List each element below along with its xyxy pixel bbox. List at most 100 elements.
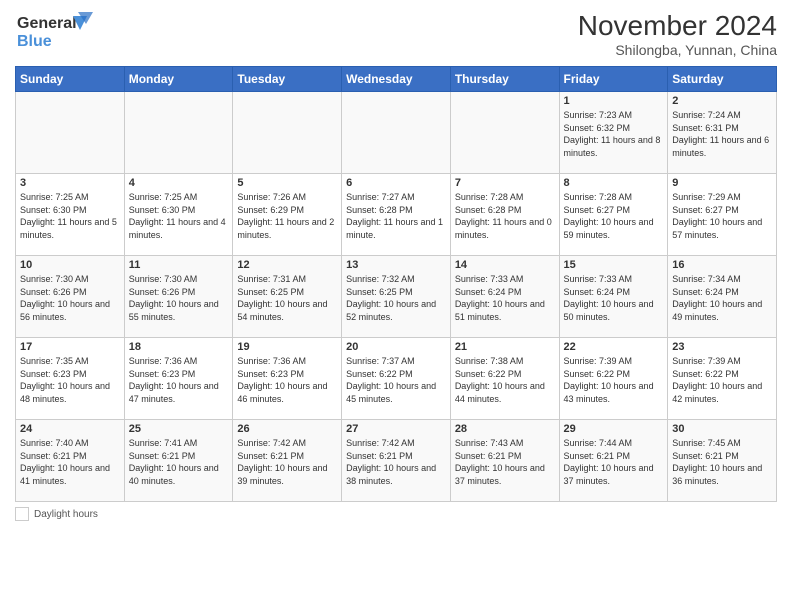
col-saturday: Saturday xyxy=(668,67,777,92)
col-friday: Friday xyxy=(559,67,668,92)
title-block: November 2024 Shilongba, Yunnan, China xyxy=(578,10,777,58)
calendar-cell: 12Sunrise: 7:31 AM Sunset: 6:25 PM Dayli… xyxy=(233,256,342,338)
day-info: Sunrise: 7:36 AM Sunset: 6:23 PM Dayligh… xyxy=(129,355,229,405)
day-number: 2 xyxy=(672,95,772,107)
svg-text:General: General xyxy=(17,15,77,32)
calendar-cell xyxy=(124,92,233,174)
day-number: 7 xyxy=(455,177,555,189)
day-number: 16 xyxy=(672,259,772,271)
calendar-cell: 17 Sunrise: 7:35 AM Sunset: 6:23 PM Dayli… xyxy=(16,338,125,420)
calendar-cell: 11Sunrise: 7:30 AM Sunset: 6:26 PM Dayli… xyxy=(124,256,233,338)
day-number: 27 xyxy=(346,423,446,435)
calendar-cell: 8 Sunrise: 7:28 AM Sunset: 6:27 PM Daylig… xyxy=(559,174,668,256)
calendar-cell: 1Sunrise: 7:23 AM Sunset: 6:32 PM Daylig… xyxy=(559,92,668,174)
day-info: Sunrise: 7:35 AM Sunset: 6:23 PM Dayligh… xyxy=(20,355,120,405)
day-number: 23 xyxy=(672,341,772,353)
calendar-cell: 6Sunrise: 7:27 AM Sunset: 6:28 PM Daylig… xyxy=(342,174,451,256)
day-number: 15 xyxy=(564,259,664,271)
calendar-cell: 30 Sunrise: 7:45 AM Sunset: 6:21 PM Dayli… xyxy=(668,420,777,502)
day-number: 13 xyxy=(346,259,446,271)
day-number: 10 xyxy=(20,259,120,271)
col-wednesday: Wednesday xyxy=(342,67,451,92)
calendar-body: 1Sunrise: 7:23 AM Sunset: 6:32 PM Daylig… xyxy=(16,92,777,502)
legend: Daylight hours xyxy=(15,507,777,521)
day-number: 28 xyxy=(455,423,555,435)
day-info: Sunrise: 7:39 AM Sunset: 6:22 PM Dayligh… xyxy=(672,355,772,405)
calendar-cell: 2 Sunrise: 7:24 AM Sunset: 6:31 PM Daylig… xyxy=(668,92,777,174)
day-number: 14 xyxy=(455,259,555,271)
location-subtitle: Shilongba, Yunnan, China xyxy=(578,42,777,58)
day-info: Sunrise: 7:39 AM Sunset: 6:22 PM Dayligh… xyxy=(564,355,664,405)
calendar-cell: 18 Sunrise: 7:36 AM Sunset: 6:23 PM Dayli… xyxy=(124,338,233,420)
day-number: 17 xyxy=(20,341,120,353)
day-number: 8 xyxy=(564,177,664,189)
day-info: Sunrise: 7:32 AM Sunset: 6:25 PM Dayligh… xyxy=(346,273,446,323)
day-number: 3 xyxy=(20,177,120,189)
svg-text:Blue: Blue xyxy=(17,33,52,50)
day-info: Sunrise: 7:34 AM Sunset: 6:24 PM Dayligh… xyxy=(672,273,772,323)
calendar-cell: 19 Sunrise: 7:36 AM Sunset: 6:23 PM Dayli… xyxy=(233,338,342,420)
calendar-week-3: 10 Sunrise: 7:30 AM Sunset: 6:26 PM Dayli… xyxy=(16,256,777,338)
calendar-cell: 26 Sunrise: 7:42 AM Sunset: 6:21 PM Dayli… xyxy=(233,420,342,502)
calendar-cell: 20Sunrise: 7:37 AM Sunset: 6:22 PM Dayli… xyxy=(342,338,451,420)
legend-label: Daylight hours xyxy=(34,509,98,520)
day-info: Sunrise: 7:31 AM Sunset: 6:25 PM Dayligh… xyxy=(237,273,337,323)
day-info: Sunrise: 7:28 AM Sunset: 6:27 PM Dayligh… xyxy=(564,191,664,241)
day-info: Sunrise: 7:43 AM Sunset: 6:21 PM Dayligh… xyxy=(455,437,555,487)
calendar-week-4: 17 Sunrise: 7:35 AM Sunset: 6:23 PM Dayli… xyxy=(16,338,777,420)
day-info: Sunrise: 7:42 AM Sunset: 6:21 PM Dayligh… xyxy=(237,437,337,487)
month-title: November 2024 xyxy=(578,10,777,42)
calendar-cell: 15 Sunrise: 7:33 AM Sunset: 6:24 PM Dayli… xyxy=(559,256,668,338)
calendar-cell: 7 Sunrise: 7:28 AM Sunset: 6:28 PM Daylig… xyxy=(450,174,559,256)
day-info: Sunrise: 7:25 AM Sunset: 6:30 PM Dayligh… xyxy=(20,191,120,241)
day-info: Sunrise: 7:27 AM Sunset: 6:28 PM Dayligh… xyxy=(346,191,446,241)
day-info: Sunrise: 7:30 AM Sunset: 6:26 PM Dayligh… xyxy=(129,273,229,323)
day-info: Sunrise: 7:28 AM Sunset: 6:28 PM Dayligh… xyxy=(455,191,555,241)
day-info: Sunrise: 7:36 AM Sunset: 6:23 PM Dayligh… xyxy=(237,355,337,405)
day-info: Sunrise: 7:24 AM Sunset: 6:31 PM Dayligh… xyxy=(672,109,772,159)
day-number: 29 xyxy=(564,423,664,435)
calendar-week-5: 24 Sunrise: 7:40 AM Sunset: 6:21 PM Dayli… xyxy=(16,420,777,502)
day-info: Sunrise: 7:33 AM Sunset: 6:24 PM Dayligh… xyxy=(455,273,555,323)
day-info: Sunrise: 7:40 AM Sunset: 6:21 PM Dayligh… xyxy=(20,437,120,487)
day-info: Sunrise: 7:38 AM Sunset: 6:22 PM Dayligh… xyxy=(455,355,555,405)
calendar-cell: 25Sunrise: 7:41 AM Sunset: 6:21 PM Dayli… xyxy=(124,420,233,502)
calendar-cell xyxy=(342,92,451,174)
day-info: Sunrise: 7:29 AM Sunset: 6:27 PM Dayligh… xyxy=(672,191,772,241)
logo-icon: GeneralBlue xyxy=(15,10,95,50)
day-number: 19 xyxy=(237,341,337,353)
day-info: Sunrise: 7:41 AM Sunset: 6:21 PM Dayligh… xyxy=(129,437,229,487)
day-number: 4 xyxy=(129,177,229,189)
calendar-cell: 4 Sunrise: 7:25 AM Sunset: 6:30 PM Daylig… xyxy=(124,174,233,256)
calendar-cell: 22Sunrise: 7:39 AM Sunset: 6:22 PM Dayli… xyxy=(559,338,668,420)
calendar-table: Sunday Monday Tuesday Wednesday Thursday… xyxy=(15,66,777,502)
day-info: Sunrise: 7:44 AM Sunset: 6:21 PM Dayligh… xyxy=(564,437,664,487)
day-info: Sunrise: 7:26 AM Sunset: 6:29 PM Dayligh… xyxy=(237,191,337,241)
calendar-cell: 13 Sunrise: 7:32 AM Sunset: 6:25 PM Dayli… xyxy=(342,256,451,338)
col-sunday: Sunday xyxy=(16,67,125,92)
day-number: 26 xyxy=(237,423,337,435)
day-number: 18 xyxy=(129,341,229,353)
calendar-cell xyxy=(450,92,559,174)
header: GeneralBlue November 2024 Shilongba, Yun… xyxy=(15,10,777,58)
calendar-cell: 28 Sunrise: 7:43 AM Sunset: 6:21 PM Dayli… xyxy=(450,420,559,502)
calendar-week-2: 3 Sunrise: 7:25 AM Sunset: 6:30 PM Daylig… xyxy=(16,174,777,256)
calendar-cell: 29 Sunrise: 7:44 AM Sunset: 6:21 PM Dayli… xyxy=(559,420,668,502)
day-info: Sunrise: 7:45 AM Sunset: 6:21 PM Dayligh… xyxy=(672,437,772,487)
calendar-cell: 23 Sunrise: 7:39 AM Sunset: 6:22 PM Dayli… xyxy=(668,338,777,420)
calendar-cell: 27 Sunrise: 7:42 AM Sunset: 6:21 PM Dayli… xyxy=(342,420,451,502)
day-info: Sunrise: 7:30 AM Sunset: 6:26 PM Dayligh… xyxy=(20,273,120,323)
day-number: 1 xyxy=(564,95,664,107)
col-monday: Monday xyxy=(124,67,233,92)
calendar-cell: 14 Sunrise: 7:33 AM Sunset: 6:24 PM Dayli… xyxy=(450,256,559,338)
day-info: Sunrise: 7:33 AM Sunset: 6:24 PM Dayligh… xyxy=(564,273,664,323)
day-number: 30 xyxy=(672,423,772,435)
day-info: Sunrise: 7:37 AM Sunset: 6:22 PM Dayligh… xyxy=(346,355,446,405)
day-info: Sunrise: 7:42 AM Sunset: 6:21 PM Dayligh… xyxy=(346,437,446,487)
day-info: Sunrise: 7:25 AM Sunset: 6:30 PM Dayligh… xyxy=(129,191,229,241)
calendar-cell: 3 Sunrise: 7:25 AM Sunset: 6:30 PM Daylig… xyxy=(16,174,125,256)
col-tuesday: Tuesday xyxy=(233,67,342,92)
day-number: 24 xyxy=(20,423,120,435)
legend-box xyxy=(15,507,29,521)
calendar-header: Sunday Monday Tuesday Wednesday Thursday… xyxy=(16,67,777,92)
